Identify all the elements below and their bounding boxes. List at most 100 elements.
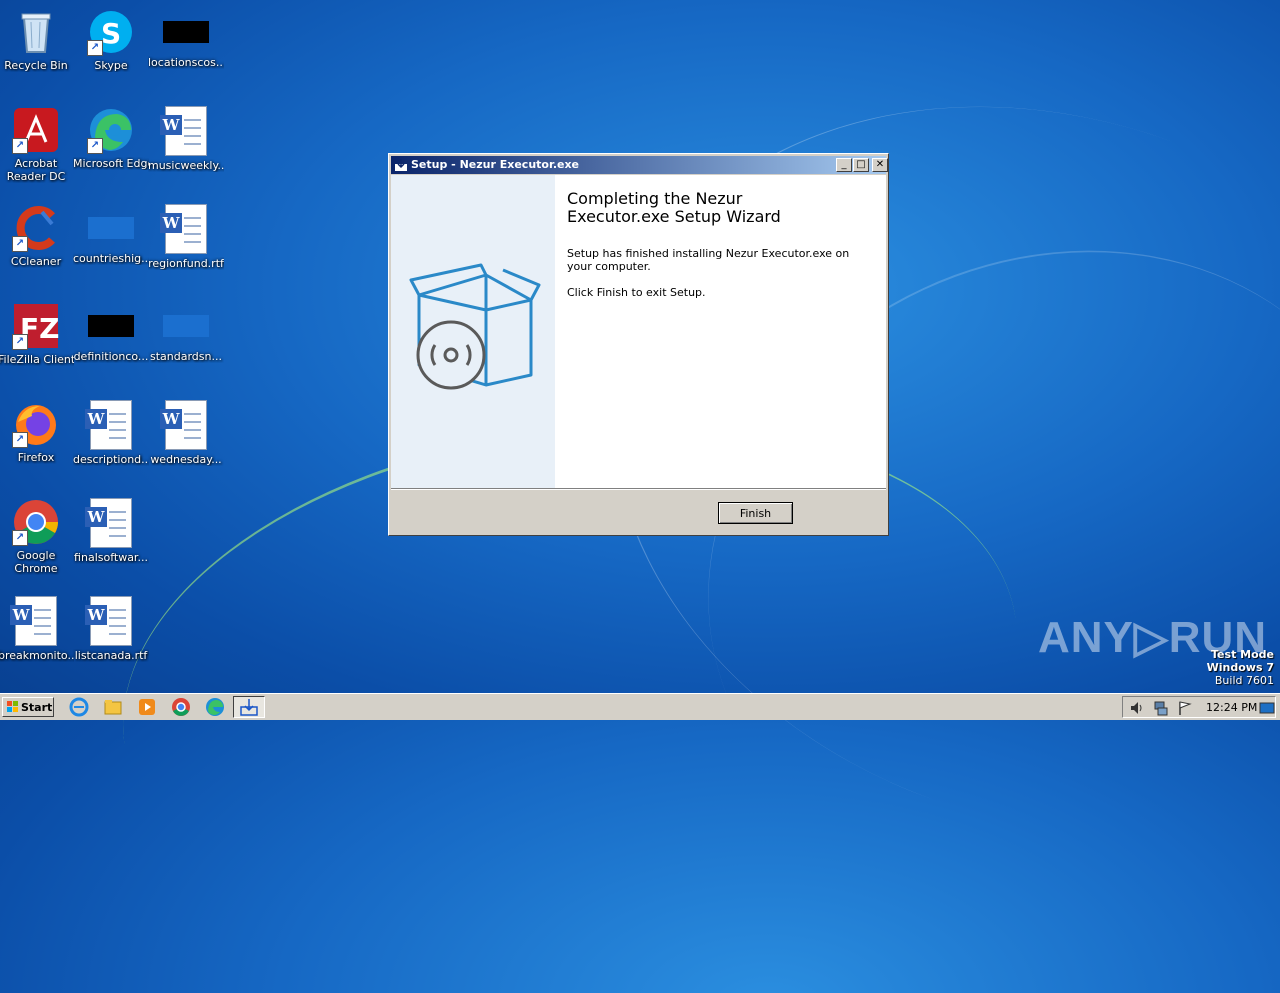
desktop-icon-label: breakmonito... xyxy=(0,649,74,662)
minimize-button[interactable]: _ xyxy=(836,158,852,172)
file-icon xyxy=(163,315,209,337)
desktop-icon-label: listcanada.rtf xyxy=(74,649,148,662)
clock[interactable]: 12:24 PM xyxy=(1206,701,1257,714)
shortcut-arrow-icon: ↗ xyxy=(87,40,103,56)
word-document-icon: W xyxy=(10,596,57,646)
shortcut-arrow-icon: ↗ xyxy=(12,334,28,350)
edge-icon: ↗ xyxy=(87,106,135,154)
desktop-icon-label: locationscos... xyxy=(148,56,224,69)
desktop-icon-label: descriptiond... xyxy=(73,453,149,466)
chrome-icon[interactable] xyxy=(171,697,191,717)
acrobat-icon: ↗ xyxy=(12,106,60,154)
taskbar-setup-button[interactable] xyxy=(233,696,265,718)
desktop-icon-label: finalsoftwar... xyxy=(74,551,148,564)
taskbar: Start 12:24 PM xyxy=(0,693,1280,720)
desktop-icon-acrobat[interactable]: ↗ Acrobat Reader DC xyxy=(0,106,74,183)
desktop-icon-finalsoftwar[interactable]: W finalsoftwar... xyxy=(73,498,149,564)
desktop-icon-edge[interactable]: ↗ Microsoft Edge xyxy=(73,106,149,170)
wizard-heading: Completing the Nezur Executor.exe Setup … xyxy=(567,189,781,226)
maximize-button[interactable]: □ xyxy=(853,158,869,172)
windows-logo-icon xyxy=(7,701,18,712)
windows-version-text: Windows 7 xyxy=(1206,661,1274,674)
desktop-icon-label: regionfund.rtf xyxy=(148,257,224,270)
setup-download-icon xyxy=(240,699,258,716)
desktop-icon-label: Acrobat Reader DC xyxy=(6,157,66,183)
desktop-icon-label: Google Chrome xyxy=(14,549,58,575)
word-document-icon: W xyxy=(160,400,207,450)
desktop-icon-wednesday[interactable]: W wednesday... xyxy=(148,400,224,466)
desktop-icon-label: Microsoft Edge xyxy=(73,157,149,170)
word-document-icon: W xyxy=(160,106,207,156)
test-mode-text: Test Mode xyxy=(1211,648,1274,661)
installer-box-icon xyxy=(409,263,541,390)
desktop-icon-musicweekly[interactable]: W musicweekly... xyxy=(148,106,224,172)
file-explorer-icon[interactable] xyxy=(103,697,123,717)
wizard-message: Setup has finished installing Nezur Exec… xyxy=(567,247,850,273)
desktop-icon-locationscos[interactable]: locationscos... xyxy=(148,8,224,69)
desktop-icon-listcanada[interactable]: W listcanada.rtf xyxy=(73,596,149,662)
file-icon xyxy=(88,315,134,337)
shortcut-arrow-icon: ↗ xyxy=(12,138,28,154)
word-document-icon: W xyxy=(85,498,132,548)
shortcut-arrow-icon: ↗ xyxy=(87,138,103,154)
desktop-icon-label: countrieshig... xyxy=(73,252,149,265)
word-document-icon: W xyxy=(160,204,207,254)
start-button[interactable]: Start xyxy=(2,697,54,717)
desktop-icon-descriptiond[interactable]: W descriptiond... xyxy=(73,400,149,466)
desktop-icon-label: CCleaner xyxy=(10,255,62,268)
desktop-icon-firefox[interactable]: ↗ Firefox xyxy=(0,400,74,464)
word-document-icon: W xyxy=(85,400,132,450)
desktop-icon-label: definitionco... xyxy=(73,350,149,363)
windows-watermark: Test Mode Windows 7 Build 7601 xyxy=(1207,648,1274,687)
desktop-icon-label: Skype xyxy=(94,59,128,72)
setup-app-icon xyxy=(395,159,407,171)
window-title: Setup - Nezur Executor.exe xyxy=(411,158,580,171)
system-tray: 12:24 PM xyxy=(1122,696,1276,718)
firefox-icon: ↗ xyxy=(12,400,60,448)
network-icon[interactable] xyxy=(1153,700,1169,716)
desktop-icon-countrieshig[interactable]: countrieshig... xyxy=(73,204,149,265)
chrome-icon: ↗ xyxy=(12,498,60,546)
ccleaner-icon: ↗ xyxy=(12,204,60,252)
desktop-icon-chrome[interactable]: ↗ Google Chrome xyxy=(0,498,74,575)
finish-button[interactable]: Finish xyxy=(718,502,793,524)
recycle-bin-icon xyxy=(12,8,60,56)
shortcut-arrow-icon: ↗ xyxy=(12,530,28,546)
volume-icon[interactable] xyxy=(1129,700,1145,716)
desktop-icon-label: FileZilla Client xyxy=(0,353,74,366)
desktop-icon-definitionco[interactable]: definitionco... xyxy=(73,302,149,363)
footer-divider xyxy=(391,488,886,490)
build-text: Build 7601 xyxy=(1214,674,1274,687)
desktop-icon-label: Recycle Bin xyxy=(4,59,68,72)
desktop-icon-label: musicweekly... xyxy=(148,159,224,172)
desktop-icon-breakmonito[interactable]: W breakmonito... xyxy=(0,596,74,662)
wizard-instruction: Click Finish to exit Setup. xyxy=(567,286,706,299)
desktop-icon-ccleaner[interactable]: ↗ CCleaner xyxy=(0,204,74,268)
internet-explorer-icon[interactable] xyxy=(69,697,89,717)
close-button[interactable]: ✕ xyxy=(872,158,888,172)
desktop-icon-label: standardsn... xyxy=(150,350,222,363)
wizard-content: Completing the Nezur Executor.exe Setup … xyxy=(391,175,886,488)
start-label: Start xyxy=(21,701,53,714)
desktop-icon-standardsn[interactable]: standardsn... xyxy=(148,302,224,363)
desktop-icon-filezilla[interactable]: FZ ↗ FileZilla Client xyxy=(0,302,74,366)
media-player-icon[interactable] xyxy=(137,697,157,717)
desktop-icon-regionfund[interactable]: W regionfund.rtf xyxy=(148,204,224,270)
desktop-icon-label: wednesday... xyxy=(150,453,222,466)
skype-icon: S ↗ xyxy=(87,8,135,56)
show-desktop-icon[interactable] xyxy=(1259,700,1275,716)
shortcut-arrow-icon: ↗ xyxy=(12,236,28,252)
action-center-flag-icon[interactable] xyxy=(1177,700,1193,716)
desktop-icon-recycle-bin[interactable]: Recycle Bin xyxy=(0,8,74,72)
setup-window: Setup - Nezur Executor.exe _ □ ✕ Complet… xyxy=(388,153,889,536)
word-document-icon: W xyxy=(85,596,132,646)
filezilla-icon: FZ ↗ xyxy=(12,302,60,350)
desktop-icon-skype[interactable]: S ↗ Skype xyxy=(73,8,149,72)
wizard-side-panel xyxy=(391,175,555,488)
desktop-icon-label: Firefox xyxy=(17,451,55,464)
file-icon xyxy=(163,21,209,43)
file-icon xyxy=(88,217,134,239)
window-titlebar[interactable]: Setup - Nezur Executor.exe _ □ ✕ xyxy=(391,156,888,174)
shortcut-arrow-icon: ↗ xyxy=(12,432,28,448)
edge-icon[interactable] xyxy=(205,697,225,717)
